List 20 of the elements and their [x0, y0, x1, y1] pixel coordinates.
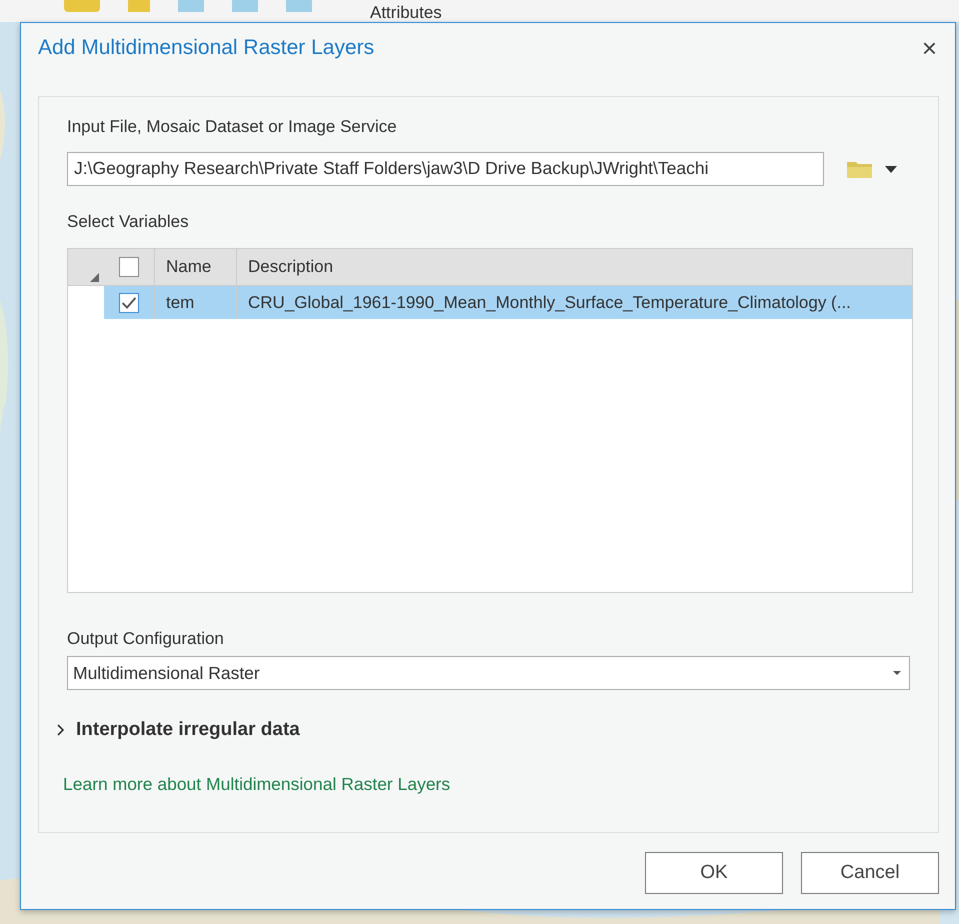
dialog-button[interactable]: Cancel [801, 852, 939, 894]
folder-icon[interactable] [846, 159, 874, 179]
help-link[interactable]: Learn more about Multidimensional Raster Layers [63, 774, 450, 795]
output-dropdown[interactable]: Multidimensional Raster [67, 656, 910, 690]
dialog-button[interactable]: OK [645, 852, 783, 894]
column-header[interactable]: Name [155, 249, 237, 285]
interpolate-expander[interactable]: Interpolate irregular data [56, 719, 300, 741]
select-all-checkbox[interactable] [119, 257, 139, 277]
dialog-title: Add Multidimensional Raster Layers [38, 36, 374, 60]
field-label: Input File, Mosaic Dataset or Image Service [67, 117, 398, 138]
input-field[interactable]: J:\Geography Research\Private Staff Folders\jaw3\D Drive Backup\JWright\Teachi [67, 152, 824, 186]
column-header[interactable]: Description [237, 249, 912, 285]
attributes-button[interactable]: Attributes [370, 4, 442, 22]
field-label: Select Variables [67, 212, 190, 233]
caret-icon[interactable] [885, 166, 897, 172]
close-button[interactable]: × [918, 32, 941, 64]
row-checkbox[interactable] [119, 292, 139, 312]
corner-triangle-icon [90, 273, 99, 282]
caret-icon [893, 671, 901, 675]
field-label: Output Configuration [67, 629, 225, 650]
